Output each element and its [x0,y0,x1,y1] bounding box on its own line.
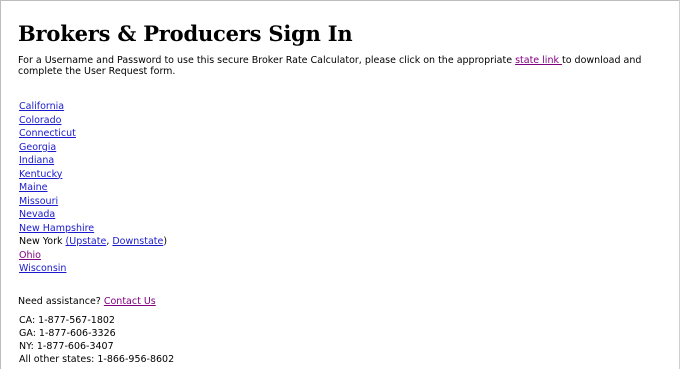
state-item-georgia: Georgia [19,141,167,155]
state-item-new-york: New York (Upstate, Downstate) [19,235,167,249]
state-item-maine: Maine [19,181,167,195]
state-item-new-hampshire: New Hampshire [19,222,167,236]
state-item-indiana: Indiana [19,154,167,168]
new-york-upstate-link[interactable]: Upstate [69,236,106,247]
state-link-connecticut[interactable]: Connecticut [19,128,76,139]
state-link-maine[interactable]: Maine [19,182,48,193]
state-list: California Colorado Connecticut Georgia Indi… [19,100,167,276]
intro-paragraph: For a Username and Password to use this … [18,55,678,77]
state-item-missouri: Missouri [19,195,167,209]
state-list-top: California Colorado Connecticut Georgia Indi… [19,100,167,235]
state-item-kentucky: Kentucky [19,168,167,182]
state-link-indiana[interactable]: Indiana [19,155,54,166]
new-york-label: New York [19,236,66,247]
contact-us-link[interactable]: Contact Us [104,296,156,307]
page-title: Brokers & Producers Sign In [18,21,353,46]
state-item-ohio: Ohio [19,249,167,263]
phone-number: GA: 1-877-606-3326 [19,328,116,339]
state-list-bottom: Ohio Wisconsin [19,249,167,276]
state-link-new-hampshire[interactable]: New Hampshire [19,223,94,234]
new-york-downstate-link[interactable]: Downstate [112,236,163,247]
state-link-colorado[interactable]: Colorado [19,115,61,126]
state-item-california: California [19,100,167,114]
state-link-california[interactable]: California [19,101,64,112]
phone-number: CA: 1-877-567-1802 [19,315,115,326]
phone-list: CA: 1-877-567-1802 GA: 1-877-606-3326 NY: … [19,314,174,366]
state-link[interactable]: state link [515,55,562,66]
assistance-line: Need assistance? Contact Us [18,296,156,307]
state-item-connecticut: Connecticut [19,127,167,141]
state-item-nevada: Nevada [19,208,167,222]
state-link-nevada[interactable]: Nevada [19,209,55,220]
assistance-text: Need assistance? [18,296,104,307]
new-york-close-paren: ) [163,236,168,247]
intro-text-before: For a Username and Password to use this … [18,55,516,66]
state-link-missouri[interactable]: Missouri [19,196,58,207]
state-link-georgia[interactable]: Georgia [19,142,56,153]
state-item-colorado: Colorado [19,114,167,128]
phone-number: NY: 1-877-606-3407 [19,341,114,352]
state-link-kentucky[interactable]: Kentucky [19,169,62,180]
state-link-ohio[interactable]: Ohio [19,250,41,261]
state-link-wisconsin[interactable]: Wisconsin [19,263,66,274]
phone-number: All other states: 1-866-956-8602 [19,354,175,365]
state-item-wisconsin: Wisconsin [19,262,167,276]
